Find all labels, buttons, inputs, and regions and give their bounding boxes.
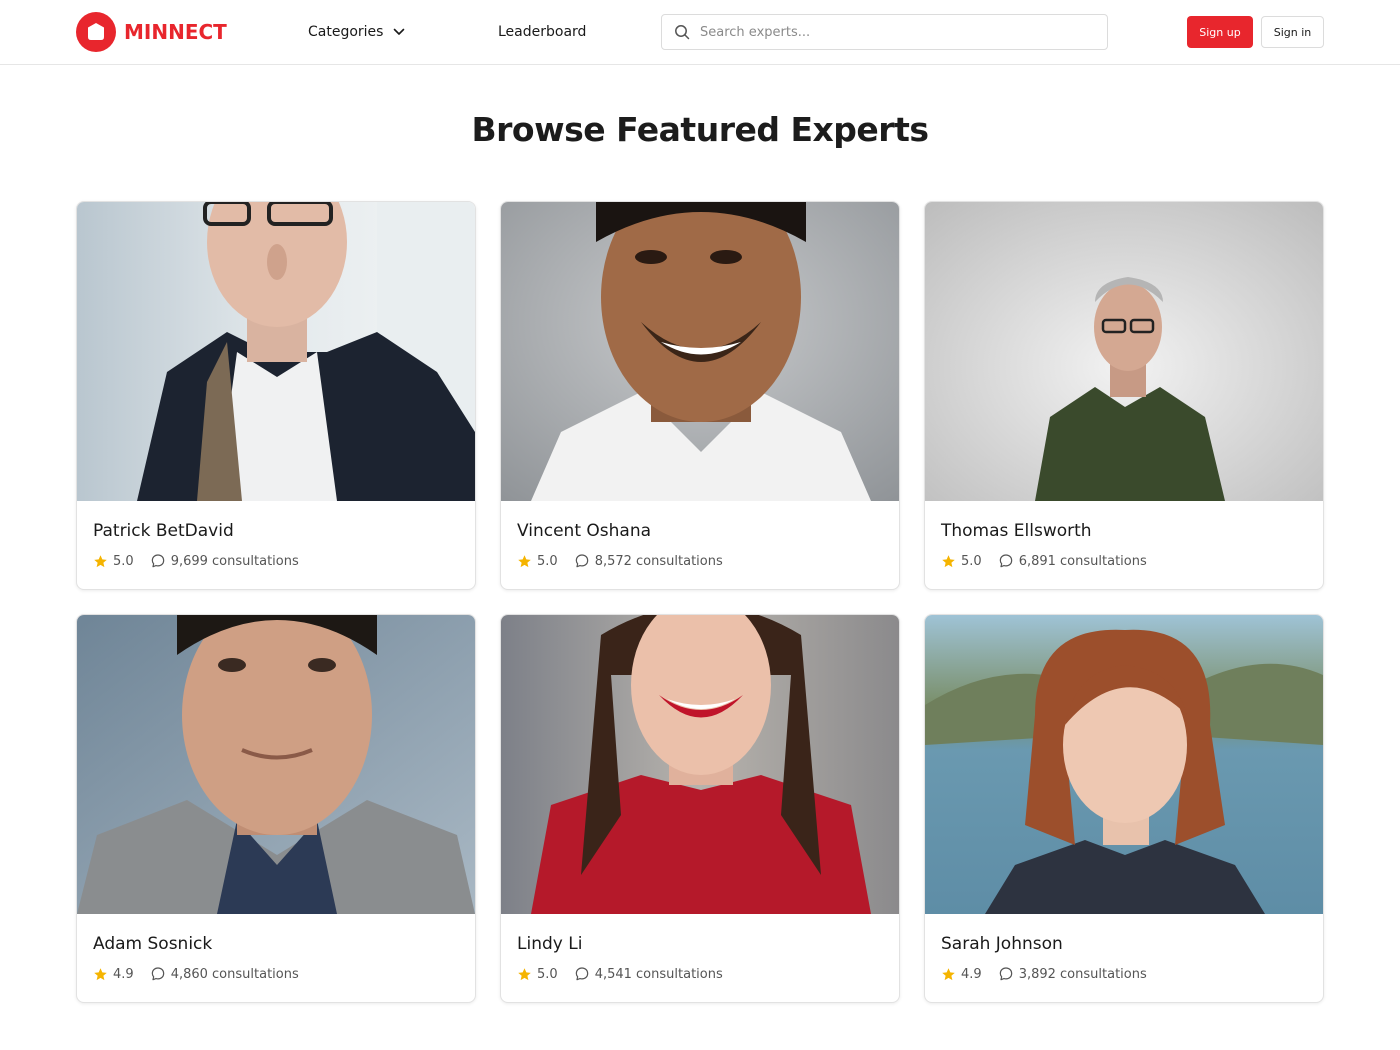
rating-value: 4.9 xyxy=(961,966,982,982)
hexagon-logo-icon xyxy=(76,12,116,52)
chevron-down-icon xyxy=(393,28,405,36)
nav-categories-label: Categories xyxy=(308,24,384,40)
consultations: 6,891 consultations xyxy=(998,553,1147,569)
expert-name: Thomas Ellsworth xyxy=(941,521,1092,541)
rating-value: 5.0 xyxy=(961,553,982,569)
page-title: Browse Featured Experts xyxy=(471,110,929,149)
consultations-count: 9,699 consultations xyxy=(170,553,299,569)
expert-card[interactable]: Sarah Johnson 4.9 3,892 consultations xyxy=(924,614,1324,1003)
consultations: 3,892 consultations xyxy=(998,966,1147,982)
rating: 5.0 xyxy=(517,554,558,569)
expert-photo xyxy=(925,615,1323,914)
expert-name: Adam Sosnick xyxy=(93,934,213,954)
consultations-count: 8,572 consultations xyxy=(594,553,723,569)
rating: 5.0 xyxy=(941,554,982,569)
star-icon xyxy=(94,554,107,567)
expert-name: Sarah Johnson xyxy=(941,934,1063,954)
sign-in-button[interactable]: Sign in xyxy=(1261,16,1324,48)
expert-photo xyxy=(501,615,899,914)
consultations-count: 3,892 consultations xyxy=(1018,966,1147,982)
rating: 5.0 xyxy=(517,967,558,982)
expert-stats: 4.9 3,892 consultations xyxy=(941,965,1307,983)
expert-stats: 5.0 4,541 consultations xyxy=(517,965,883,983)
search-input[interactable] xyxy=(700,17,1080,47)
chat-bubble-icon xyxy=(151,967,164,981)
consultations: 4,860 consultations xyxy=(150,966,299,982)
expert-card[interactable]: Adam Sosnick 4.9 4,860 consultations xyxy=(76,614,476,1003)
chat-bubble-icon xyxy=(999,967,1012,981)
consultations: 9,699 consultations xyxy=(150,553,299,569)
experts-grid: Patrick BetDavid 5.0 9,699 consultations xyxy=(76,201,1324,1003)
rating: 4.9 xyxy=(93,967,134,982)
expert-name: Vincent Oshana xyxy=(517,521,652,541)
expert-card[interactable]: Thomas Ellsworth 5.0 6,891 consultations xyxy=(924,201,1324,590)
expert-photo xyxy=(501,202,899,501)
expert-photo xyxy=(77,202,475,501)
chat-bubble-icon xyxy=(575,967,588,981)
star-icon xyxy=(942,554,955,567)
expert-name: Lindy Li xyxy=(517,934,583,954)
star-icon xyxy=(942,967,955,980)
nav-leaderboard[interactable]: Leaderboard xyxy=(498,22,586,42)
star-icon xyxy=(518,967,531,980)
rating-value: 4.9 xyxy=(113,966,134,982)
search-icon xyxy=(674,24,690,40)
consultations-count: 4,541 consultations xyxy=(594,966,723,982)
rating-value: 5.0 xyxy=(537,553,558,569)
expert-stats: 4.9 4,860 consultations xyxy=(93,965,459,983)
sign-up-button[interactable]: Sign up xyxy=(1187,16,1253,48)
expert-card[interactable]: Patrick BetDavid 5.0 9,699 consultations xyxy=(76,201,476,590)
rating-value: 5.0 xyxy=(113,553,134,569)
star-icon xyxy=(94,967,107,980)
rating: 4.9 xyxy=(941,967,982,982)
star-icon xyxy=(518,554,531,567)
consultations: 4,541 consultations xyxy=(574,966,723,982)
search-box xyxy=(661,14,1108,50)
consultations: 8,572 consultations xyxy=(574,553,723,569)
brand-logo[interactable]: MINNECT xyxy=(76,12,227,52)
top-navbar: MINNECT Categories Leaderboard Sign up S… xyxy=(0,0,1400,65)
consultations-count: 4,860 consultations xyxy=(170,966,299,982)
expert-stats: 5.0 9,699 consultations xyxy=(93,552,459,570)
chat-bubble-icon xyxy=(999,554,1012,568)
rating: 5.0 xyxy=(93,554,134,569)
expert-name: Patrick BetDavid xyxy=(93,521,234,541)
brand-name: MINNECT xyxy=(124,20,227,44)
expert-card[interactable]: Vincent Oshana 5.0 8,572 consultations xyxy=(500,201,900,590)
rating-value: 5.0 xyxy=(537,966,558,982)
expert-stats: 5.0 6,891 consultations xyxy=(941,552,1307,570)
consultations-count: 6,891 consultations xyxy=(1018,553,1147,569)
expert-stats: 5.0 8,572 consultations xyxy=(517,552,883,570)
expert-card[interactable]: Lindy Li 5.0 4,541 consultations xyxy=(500,614,900,1003)
chat-bubble-icon xyxy=(151,554,164,568)
nav-categories[interactable]: Categories xyxy=(308,22,405,42)
expert-photo xyxy=(77,615,475,914)
chat-bubble-icon xyxy=(575,554,588,568)
expert-photo xyxy=(925,202,1323,501)
